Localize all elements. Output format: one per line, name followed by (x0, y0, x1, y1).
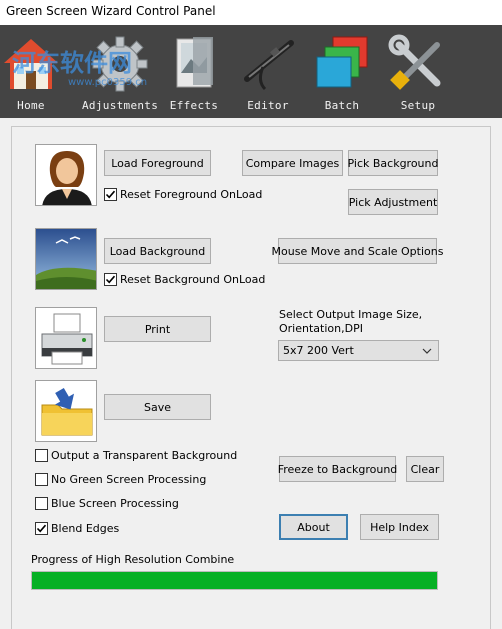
reset-background-box[interactable] (104, 273, 117, 286)
chevron-down-icon (422, 348, 432, 354)
print-button[interactable]: Print (104, 316, 211, 342)
save-button[interactable]: Save (104, 394, 211, 420)
person-icon (36, 145, 96, 205)
checkmark-icon (105, 190, 116, 199)
blend-edges-box[interactable] (35, 522, 48, 535)
progress-label: Progress of High Resolution Combine (31, 553, 235, 566)
foreground-thumbnail (35, 144, 97, 206)
background-thumbnail (35, 228, 97, 290)
transparent-background-checkbox[interactable]: Output a Transparent Background (35, 449, 237, 462)
print-thumbnail (35, 307, 97, 369)
window-title: Green Screen Wizard Control Panel (6, 4, 216, 18)
layers-icon (316, 36, 368, 88)
compare-images-button[interactable]: Compare Images (242, 150, 343, 176)
blend-edges-label: Blend Edges (51, 522, 120, 535)
save-thumbnail (35, 380, 97, 442)
tools-icon (388, 34, 441, 90)
toolbar-adjustments-label: Adjustments (82, 99, 159, 112)
toolbar-batch[interactable]: Batch (304, 25, 380, 118)
toolbar-effects[interactable]: Effects (156, 25, 232, 118)
toolbar-batch-label: Batch (324, 99, 360, 112)
landscape-icon (36, 229, 96, 289)
reset-foreground-checkbox[interactable]: Reset Foreground OnLoad (104, 188, 262, 201)
blue-screen-box[interactable] (35, 497, 48, 510)
output-size-label-line1: Select Output Image Size, (279, 308, 423, 321)
title-bar: Green Screen Wizard Control Panel (0, 0, 502, 25)
progress-bar (31, 571, 438, 590)
about-button[interactable]: About (279, 514, 348, 540)
toolbar-setup-label: Setup (400, 99, 436, 112)
effects-icon (176, 37, 213, 88)
load-foreground-button[interactable]: Load Foreground (104, 150, 211, 176)
output-size-select[interactable]: 5x7 200 Vert (278, 340, 439, 361)
no-green-screen-box[interactable] (35, 473, 48, 486)
reset-foreground-label: Reset Foreground OnLoad (120, 188, 263, 201)
transparent-background-box[interactable] (35, 449, 48, 462)
main-toolbar: Home Adjustments Effects Editor Batch Se… (0, 25, 502, 118)
reset-foreground-box[interactable] (104, 188, 117, 201)
clear-button[interactable]: Clear (406, 456, 444, 482)
reset-background-label: Reset Background OnLoad (120, 273, 266, 286)
progress-fill (32, 572, 437, 589)
toolbar-setup[interactable]: Setup (380, 25, 456, 118)
no-green-screen-checkbox[interactable]: No Green Screen Processing (35, 473, 206, 486)
no-green-screen-label: No Green Screen Processing (51, 473, 207, 486)
airbrush-icon (244, 40, 294, 91)
toolbar-effects-label: Effects (169, 99, 219, 112)
transparent-background-label: Output a Transparent Background (51, 449, 238, 462)
toolbar-home-label: Home (17, 99, 45, 112)
watermark-url: www.pc0359.cn (68, 77, 148, 88)
checkmark-icon (36, 524, 47, 533)
printer-icon (36, 308, 96, 368)
toolbar-editor[interactable]: Editor (230, 25, 306, 118)
toolbar-editor-label: Editor (247, 99, 289, 112)
output-size-value: 5x7 200 Vert (283, 344, 354, 357)
pick-background-button[interactable]: Pick Background (348, 150, 439, 176)
pick-adjustment-button[interactable]: Pick Adjustment (348, 189, 438, 215)
folder-save-icon (36, 381, 96, 441)
output-size-label-line2: Orientation,DPI (279, 322, 363, 335)
blue-screen-label: Blue Screen Processing (51, 497, 179, 510)
help-index-button[interactable]: Help Index (360, 514, 439, 540)
control-panel: Load Foreground Reset Foreground OnLoad … (11, 126, 491, 629)
load-background-button[interactable]: Load Background (104, 238, 211, 264)
checkmark-icon (105, 275, 116, 284)
watermark-logo: 河东软件网 (12, 48, 132, 77)
blend-edges-checkbox[interactable]: Blend Edges (35, 522, 119, 535)
mouse-move-scale-button[interactable]: Mouse Move and Scale Options (272, 238, 443, 264)
blue-screen-checkbox[interactable]: Blue Screen Processing (35, 497, 179, 510)
freeze-to-background-button[interactable]: Freeze to Background (278, 456, 397, 482)
reset-background-checkbox[interactable]: Reset Background OnLoad (104, 273, 265, 286)
